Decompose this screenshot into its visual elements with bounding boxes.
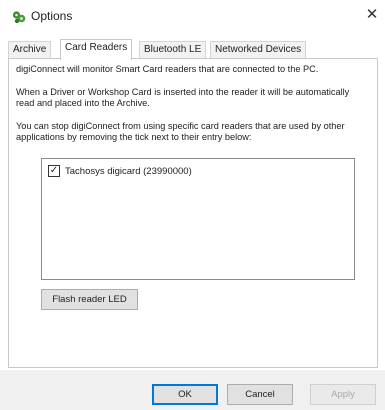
window-title: Options <box>31 9 73 23</box>
ok-button[interactable]: OK <box>152 384 218 405</box>
apply-button[interactable]: Apply <box>310 384 376 405</box>
reader-checkbox[interactable]: ✓ <box>48 165 60 177</box>
close-button[interactable]: ✕ <box>359 2 385 28</box>
flash-reader-led-button[interactable]: Flash reader LED <box>41 289 138 310</box>
reader-label: Tachosys digicard (23990000) <box>65 165 192 177</box>
exclude-readers-description: You can stop digiConnect from using spec… <box>16 121 345 142</box>
cancel-button[interactable]: Cancel <box>227 384 293 405</box>
checkmark-icon: ✓ <box>49 165 59 176</box>
tab-strip: Archive Card Readers Bluetooth LE Networ… <box>8 39 378 60</box>
auto-read-description: When a Driver or Workshop Card is insert… <box>16 87 350 108</box>
tab-bluetooth-le[interactable]: Bluetooth LE <box>139 41 207 58</box>
list-item[interactable]: ✓ Tachosys digicard (23990000) <box>48 164 192 178</box>
options-dialog: Options ✕ Archive Card Readers Bluetooth… <box>0 0 385 410</box>
gear-cluster-icon <box>12 11 26 24</box>
title-bar: Options ✕ <box>0 0 385 32</box>
close-icon: ✕ <box>365 6 379 23</box>
tab-networked-devices[interactable]: Networked Devices <box>210 41 307 58</box>
card-reader-list: ✓ Tachosys digicard (23990000) <box>41 158 355 280</box>
monitor-description: digiConnect will monitor Smart Card read… <box>16 64 319 74</box>
tab-card-readers[interactable]: Card Readers <box>60 39 133 60</box>
tab-archive[interactable]: Archive <box>8 41 52 58</box>
